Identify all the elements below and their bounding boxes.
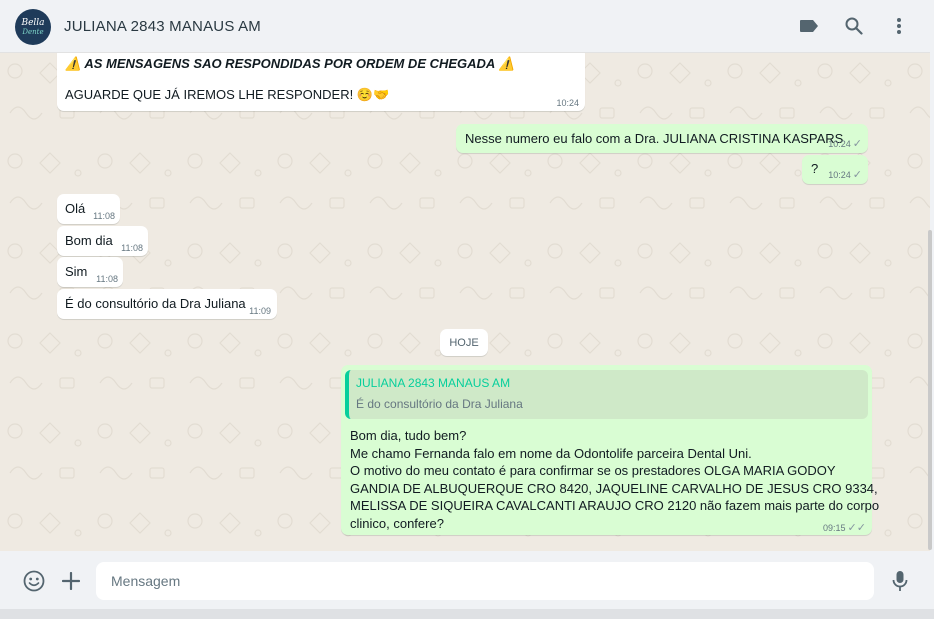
composer-bar: Mensagem — [0, 551, 930, 609]
message-line: GANDIA DE ALBUQUERQUE CRO 8420, JAQUELIN… — [350, 480, 878, 496]
attach-plus-icon[interactable] — [60, 570, 82, 592]
message-line: MELISSA DE SIQUEIRA CAVALCANTI ARAUJO CR… — [350, 498, 880, 514]
message-text: AS MENSAGENS SAO RESPONDIDAS POR ORDEM D… — [84, 56, 495, 71]
message-outgoing[interactable]: ? 10:24 ✓ — [802, 155, 868, 184]
message-outgoing[interactable]: Nesse numero eu falo com a Dra. JULIANA … — [456, 124, 868, 153]
message-time: 11:08 — [93, 211, 115, 221]
chat-header[interactable]: Bella Dente JULIANA 2843 MANAUS AM — [0, 0, 930, 53]
message-line: Bom dia, tudo bem? — [350, 428, 467, 443]
avatar[interactable]: Bella Dente — [15, 9, 51, 45]
menu-icon[interactable] — [888, 15, 910, 37]
message-text: É do consultório da Dra Juliana — [65, 296, 246, 311]
window-bottom-edge — [0, 609, 934, 619]
message-text: AGUARDE QUE JÁ IREMOS LHE RESPONDER! — [65, 87, 354, 102]
quoted-text: É do consultório da Dra Juliana — [356, 397, 523, 411]
warning-icon: ⚠️ — [65, 56, 82, 71]
message-input-placeholder: Mensagem — [111, 573, 181, 589]
message-time: 10:24 — [828, 139, 851, 149]
message-text: ? — [811, 161, 819, 176]
handshake-emoji-icon: 🤝 — [373, 87, 390, 102]
message-incoming[interactable]: Bom dia 11:08 — [57, 226, 148, 256]
message-line: Me chamo Fernanda falo em nome da Odonto… — [350, 445, 752, 461]
message-time: 10:24 — [828, 170, 851, 180]
quoted-message[interactable]: JULIANA 2843 MANAUS AM É do consultório … — [345, 370, 868, 419]
warning-icon: ⚠️ — [498, 56, 515, 71]
message-incoming[interactable]: É do consultório da Dra Juliana 11:09 — [57, 289, 277, 319]
message-line: clinico, confere? — [350, 515, 444, 531]
label-icon[interactable] — [798, 15, 820, 37]
message-text: Nesse numero eu falo com a Dra. JULIANA … — [465, 131, 844, 146]
message-incoming[interactable]: Olá 11:08 — [57, 194, 120, 224]
avatar-logo-subtext: Dente — [22, 27, 44, 36]
message-time: 11:08 — [96, 274, 118, 284]
emoji-icon[interactable] — [22, 569, 46, 593]
message-incoming[interactable]: Sim 11:08 — [57, 257, 123, 287]
avatar-logo-text: Bella — [21, 17, 45, 28]
message-list[interactable]: ⚠️ AS MENSAGENS SAO RESPONDIDAS POR ORDE… — [0, 53, 930, 551]
message-text: Olá — [65, 201, 86, 216]
sent-check-icon: ✓ — [852, 169, 862, 181]
scrollbar-thumb[interactable] — [928, 230, 932, 550]
warning-line: ⚠️ AS MENSAGENS SAO RESPONDIDAS POR ORDE… — [65, 56, 515, 72]
message-input[interactable]: Mensagem — [96, 562, 874, 600]
contact-name[interactable]: JULIANA 2843 MANAUS AM — [64, 18, 261, 35]
message-meta: 10:24 ✓ — [828, 168, 862, 181]
date-separator: HOJE — [440, 329, 488, 356]
message-text: Sim — [65, 264, 88, 279]
message-time: 11:08 — [121, 243, 143, 253]
sent-check-icon: ✓ — [852, 138, 862, 150]
quoted-sender: JULIANA 2843 MANAUS AM — [356, 376, 511, 390]
message-meta: 10:24 ✓ — [828, 137, 862, 150]
message-incoming[interactable]: ⚠️ AS MENSAGENS SAO RESPONDIDAS POR ORDE… — [57, 53, 585, 111]
search-icon[interactable] — [843, 15, 865, 37]
delivered-double-check-icon: ✓✓ — [847, 522, 866, 534]
message-time: 11:09 — [249, 306, 271, 316]
message-body: Bom dia, tudo bem? Me chamo Fernanda fal… — [350, 427, 879, 533]
message-text: Bom dia — [65, 233, 113, 248]
message-time: 09:15 — [823, 523, 846, 533]
message-line: AGUARDE QUE JÁ IREMOS LHE RESPONDER! ☺️🤝 — [65, 87, 389, 103]
message-line: O motivo do meu contato é para confirmar… — [350, 463, 836, 479]
microphone-icon[interactable] — [889, 569, 911, 593]
smiling-face-emoji-icon: ☺️ — [356, 87, 374, 102]
message-meta: 09:15 ✓✓ — [823, 521, 866, 534]
message-time: 10:24 — [556, 98, 579, 108]
